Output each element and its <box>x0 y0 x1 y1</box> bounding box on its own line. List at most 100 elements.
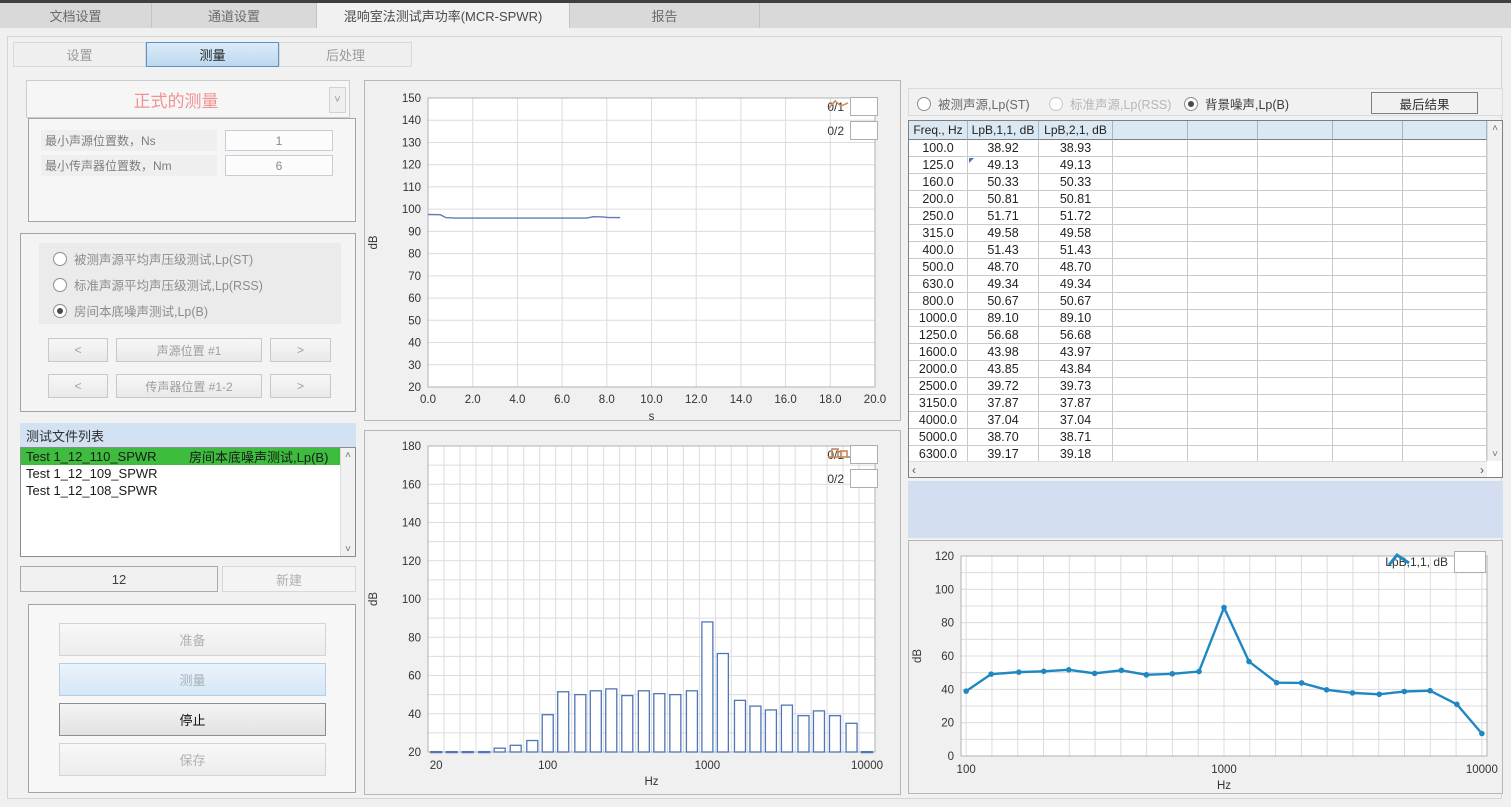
action-button-2[interactable]: 测量 <box>59 663 326 696</box>
table-horizontal-scrollbar[interactable]: ‹ › <box>909 461 1487 477</box>
table-cell[interactable]: 51.43 <box>1039 242 1113 259</box>
action-button-1[interactable]: 准备 <box>59 623 326 656</box>
table-cell[interactable]: 49.58 <box>968 225 1039 242</box>
table-cell[interactable] <box>1113 174 1188 191</box>
table-cell[interactable] <box>1403 191 1487 208</box>
table-cell[interactable] <box>1403 174 1487 191</box>
table-cell[interactable] <box>1333 276 1403 293</box>
table-cell[interactable] <box>1258 361 1333 378</box>
file-list-item[interactable]: Test 1_12_108_SPWR <box>21 482 340 499</box>
table-cell[interactable] <box>1113 429 1188 446</box>
table-cell[interactable] <box>1188 259 1258 276</box>
table-cell[interactable]: 89.10 <box>968 310 1039 327</box>
table-cell[interactable]: 48.70 <box>968 259 1039 276</box>
result-radio-3[interactable]: 背景噪声,Lp(B) <box>1184 91 1289 116</box>
scroll-right-icon[interactable]: › <box>1480 463 1484 477</box>
table-cell[interactable] <box>1113 446 1188 461</box>
table-cell[interactable] <box>1403 412 1487 429</box>
radio-icon[interactable] <box>53 252 67 266</box>
result-radio-1[interactable]: 被测声源,Lp(ST) <box>917 91 1030 116</box>
radio-icon[interactable] <box>1049 97 1063 111</box>
table-cell[interactable]: 39.17 <box>968 446 1039 461</box>
table-cell[interactable] <box>1333 225 1403 242</box>
table-cell[interactable] <box>1258 191 1333 208</box>
table-cell[interactable] <box>1403 242 1487 259</box>
table-cell[interactable] <box>1333 293 1403 310</box>
table-cell[interactable] <box>1188 378 1258 395</box>
table-cell[interactable]: 1250.0 <box>909 327 968 344</box>
mic-position-button[interactable]: 传声器位置 #1-2 <box>116 374 262 398</box>
table-cell[interactable] <box>1113 157 1188 174</box>
table-cell[interactable] <box>1333 259 1403 276</box>
table-cell[interactable] <box>1258 242 1333 259</box>
table-cell[interactable] <box>1258 446 1333 461</box>
table-cell[interactable] <box>1333 446 1403 461</box>
table-cell[interactable] <box>1258 276 1333 293</box>
table-cell[interactable]: 3150.0 <box>909 395 968 412</box>
legend-bars-icon[interactable] <box>850 469 878 488</box>
test-type-radio-1[interactable]: 被测声源平均声压级测试,Lp(ST) <box>53 246 253 271</box>
table-cell[interactable] <box>1113 259 1188 276</box>
subtab-3[interactable]: 后处理 <box>279 42 412 67</box>
table-cell[interactable]: 49.13 <box>968 157 1039 174</box>
table-cell[interactable] <box>1333 395 1403 412</box>
table-cell[interactable]: 51.43 <box>968 242 1039 259</box>
source-position-prev-button[interactable]: < <box>48 338 108 362</box>
legend-bars-icon[interactable] <box>850 445 878 464</box>
table-cell[interactable]: 49.58 <box>1039 225 1113 242</box>
table-cell[interactable] <box>1188 208 1258 225</box>
table-cell[interactable]: 2500.0 <box>909 378 968 395</box>
table-cell[interactable] <box>1333 412 1403 429</box>
table-cell[interactable]: 4000.0 <box>909 412 968 429</box>
legend-line-icon[interactable] <box>850 121 878 140</box>
mic-position-next-button[interactable]: > <box>270 374 331 398</box>
table-cell[interactable]: 43.84 <box>1039 361 1113 378</box>
table-cell[interactable] <box>1333 378 1403 395</box>
measurement-mode-dropdown[interactable]: 正式的测量 ˅ <box>26 80 350 118</box>
scroll-down-icon[interactable]: ˅ <box>1488 447 1502 461</box>
test-type-radio-3[interactable]: 房间本底噪声测试,Lp(B) <box>53 298 208 323</box>
table-cell[interactable]: 160.0 <box>909 174 968 191</box>
table-cell[interactable]: 50.67 <box>968 293 1039 310</box>
table-cell[interactable]: 50.33 <box>1039 174 1113 191</box>
file-list-item[interactable]: Test 1_12_110_SPWR房间本底噪声测试,Lp(B) <box>21 448 340 465</box>
radio-icon[interactable] <box>917 97 931 111</box>
table-cell[interactable] <box>1258 327 1333 344</box>
table-cell[interactable]: 630.0 <box>909 276 968 293</box>
radio-selected-icon[interactable] <box>1184 97 1198 111</box>
table-cell[interactable] <box>1258 378 1333 395</box>
table-cell[interactable]: 37.04 <box>1039 412 1113 429</box>
table-cell[interactable] <box>1258 310 1333 327</box>
table-cell[interactable] <box>1113 310 1188 327</box>
table-cell[interactable] <box>1258 429 1333 446</box>
table-cell[interactable] <box>1333 361 1403 378</box>
table-cell[interactable]: 38.71 <box>1039 429 1113 446</box>
table-cell[interactable] <box>1333 191 1403 208</box>
table-cell[interactable]: 50.81 <box>1039 191 1113 208</box>
table-cell[interactable] <box>1113 242 1188 259</box>
table-cell[interactable] <box>1188 191 1258 208</box>
table-cell[interactable] <box>1403 259 1487 276</box>
table-cell[interactable] <box>1113 191 1188 208</box>
table-cell[interactable] <box>1403 293 1487 310</box>
table-cell[interactable] <box>1188 225 1258 242</box>
table-cell[interactable] <box>1403 310 1487 327</box>
table-cell[interactable] <box>1258 208 1333 225</box>
table-cell[interactable] <box>1113 293 1188 310</box>
table-cell[interactable] <box>1403 140 1487 157</box>
table-cell[interactable] <box>1188 327 1258 344</box>
table-cell[interactable]: 51.71 <box>968 208 1039 225</box>
table-cell[interactable] <box>1333 344 1403 361</box>
table-cell[interactable] <box>1333 327 1403 344</box>
table-cell[interactable] <box>1258 293 1333 310</box>
table-cell[interactable]: 2000.0 <box>909 361 968 378</box>
subtab-2[interactable]: 测量 <box>146 42 279 67</box>
table-cell[interactable] <box>1403 446 1487 461</box>
table-cell[interactable] <box>1258 259 1333 276</box>
table-cell[interactable] <box>1333 140 1403 157</box>
table-cell[interactable]: 37.87 <box>1039 395 1113 412</box>
table-cell[interactable] <box>1113 140 1188 157</box>
table-cell[interactable]: 49.13 <box>1039 157 1113 174</box>
table-cell[interactable]: 250.0 <box>909 208 968 225</box>
table-cell[interactable]: 48.70 <box>1039 259 1113 276</box>
